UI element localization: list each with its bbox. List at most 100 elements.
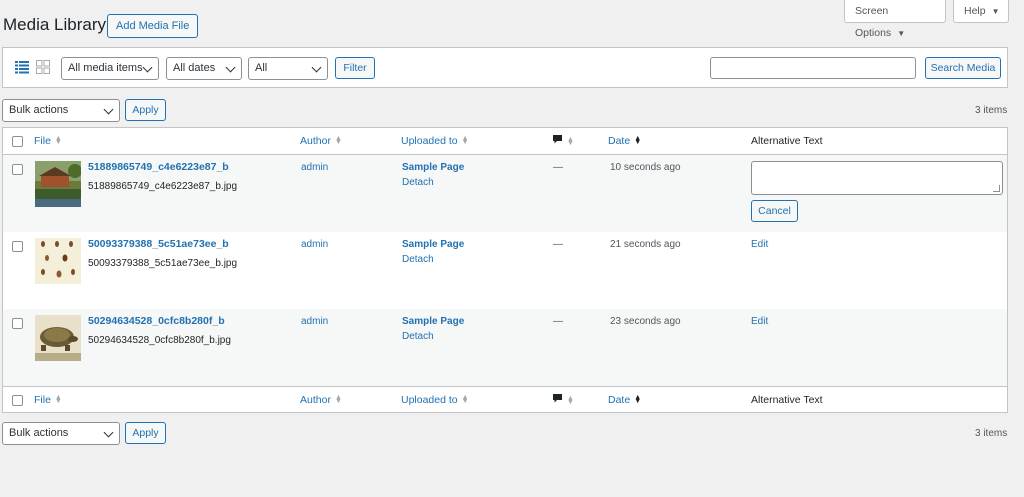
page-title: Media Library [3, 15, 106, 34]
chevron-down-icon [225, 62, 236, 73]
chevron-down-icon [103, 104, 114, 115]
thumbnail-image[interactable] [35, 315, 81, 361]
column-alt-text: Alternative Text [751, 135, 823, 147]
sort-icon: ▲ ▼ [334, 135, 342, 147]
column-uploaded-to[interactable]: Uploaded to ▲ ▼ [401, 394, 469, 406]
upload-date: 23 seconds ago [610, 316, 681, 327]
media-title-link[interactable]: 50093379388_5c51ae73ee_b [88, 238, 229, 250]
screen-options-button[interactable]: Screen Options ▼ [844, 0, 946, 39]
chevron-down-icon [142, 62, 153, 73]
select-all-checkbox-bottom[interactable] [12, 395, 23, 406]
thumbnail-image[interactable] [35, 238, 81, 284]
edit-alt-text-link[interactable]: Edit [751, 316, 768, 327]
column-author[interactable]: Author ▲ ▼ [300, 135, 342, 147]
add-media-file-button[interactable]: Add Media File [107, 14, 199, 38]
column-file[interactable]: File ▲ ▼ [34, 135, 62, 147]
help-label: Help [964, 5, 986, 17]
sort-icon: ▲ ▼ [461, 135, 469, 147]
media-title-link[interactable]: 50294634528_0cfc8b280f_b [88, 315, 225, 327]
select-all-checkbox[interactable] [12, 136, 23, 147]
resize-handle-icon[interactable] [993, 185, 1000, 192]
row-checkbox[interactable] [12, 318, 23, 329]
items-count-bottom: 3 items [975, 428, 1008, 439]
column-uploaded-to-label: Uploaded to [401, 394, 458, 406]
comment-count: — [553, 239, 563, 250]
apply-button-bottom[interactable]: Apply [125, 422, 166, 444]
column-date-label: Date [608, 394, 631, 406]
upload-date: 10 seconds ago [610, 162, 681, 173]
column-comments[interactable]: ▲ ▼ [552, 134, 574, 148]
sort-icon: ▲ ▼ [461, 394, 469, 406]
sort-icon: ▲ ▼ [54, 394, 62, 406]
bulk-actions-select-bottom[interactable]: Bulk actions [2, 422, 120, 445]
chevron-down-icon [311, 62, 322, 73]
column-alt-text: Alternative Text [751, 394, 823, 406]
sort-desc-icon: ▲ ▼ [634, 394, 642, 406]
date-select[interactable]: All dates [166, 57, 242, 80]
column-date[interactable]: Date ▲ ▼ [608, 135, 641, 147]
media-type-value: All media items [68, 62, 143, 74]
column-author[interactable]: Author ▲ ▼ [300, 394, 342, 406]
column-file[interactable]: File ▲ ▼ [34, 394, 62, 406]
uploaded-to-link[interactable]: Sample Page [402, 316, 464, 327]
author-link[interactable]: admin [301, 239, 328, 250]
sort-icon: ▲ ▼ [334, 394, 342, 406]
filter-bar: All media items All dates All Filter Sea… [2, 47, 1008, 88]
column-author-label: Author [300, 135, 331, 147]
help-button[interactable]: Help ▼ [953, 0, 1009, 23]
media-filename: 50093379388_5c51ae73ee_b.jpg [88, 258, 238, 269]
table-row: 51889865749_c4e6223e87_b 51889865749_c4e… [3, 155, 1007, 232]
table-header: File ▲ ▼ Author ▲ ▼ Uploaded to ▲ ▼ ▲ ▼ Date ▲ ▼ … [3, 128, 1007, 155]
category-value: All [255, 62, 268, 74]
list-view-icon[interactable] [15, 60, 29, 74]
column-date[interactable]: Date ▲ ▼ [608, 394, 641, 406]
grid-view-icon[interactable] [36, 60, 50, 74]
bulk-actions-select-top[interactable]: Bulk actions [2, 99, 120, 122]
media-table: File ▲ ▼ Author ▲ ▼ Uploaded to ▲ ▼ ▲ ▼ Date ▲ ▼ … [2, 127, 1008, 413]
media-filename: 51889865749_c4e6223e87_b.jpg [88, 181, 238, 192]
row-checkbox[interactable] [12, 164, 23, 175]
column-uploaded-to-label: Uploaded to [401, 135, 458, 147]
row-checkbox[interactable] [12, 241, 23, 252]
column-file-label: File [34, 394, 51, 406]
screen-options-label: Screen Options [855, 5, 892, 39]
detach-link[interactable]: Detach [402, 177, 434, 188]
author-link[interactable]: admin [301, 316, 328, 327]
uploaded-to-link[interactable]: Sample Page [402, 162, 464, 173]
column-comments[interactable]: ▲ ▼ [552, 393, 574, 407]
apply-button-top[interactable]: Apply [125, 99, 166, 121]
comment-icon [553, 135, 562, 144]
table-row: 50093379388_5c51ae73ee_b 50093379388_5c5… [3, 232, 1007, 309]
thumbnail-image[interactable] [35, 161, 81, 207]
bulk-actions-value: Bulk actions [9, 427, 69, 439]
author-link[interactable]: admin [301, 162, 328, 173]
sort-desc-icon: ▲ ▼ [634, 135, 642, 147]
detach-link[interactable]: Detach [402, 254, 434, 265]
table-row: 50294634528_0cfc8b280f_b 50294634528_0cf… [3, 309, 1007, 386]
bulk-actions-value: Bulk actions [9, 104, 69, 116]
category-select[interactable]: All [248, 57, 328, 80]
upload-date: 21 seconds ago [610, 239, 681, 250]
edit-alt-text-link[interactable]: Edit [751, 239, 768, 250]
search-media-button[interactable]: Search Media [925, 57, 1001, 79]
sort-icon: ▲ ▼ [567, 395, 574, 407]
media-type-select[interactable]: All media items [61, 57, 159, 80]
sort-icon: ▲ ▼ [567, 136, 574, 148]
filter-button[interactable]: Filter [335, 57, 375, 79]
column-date-label: Date [608, 135, 631, 147]
column-uploaded-to[interactable]: Uploaded to ▲ ▼ [401, 135, 469, 147]
items-count-top: 3 items [975, 105, 1008, 116]
uploaded-to-link[interactable]: Sample Page [402, 239, 464, 250]
table-footer: File ▲ ▼ Author ▲ ▼ Uploaded to ▲ ▼ ▲ ▼ Date ▲ ▼ … [3, 386, 1007, 413]
cancel-button[interactable]: Cancel [751, 200, 798, 222]
search-input[interactable] [710, 57, 916, 79]
sort-icon: ▲ ▼ [54, 135, 62, 147]
alt-text-textarea[interactable] [751, 161, 1003, 195]
media-title-link[interactable]: 51889865749_c4e6223e87_b [88, 161, 229, 173]
comment-count: — [553, 162, 563, 173]
date-value: All dates [173, 62, 216, 74]
detach-link[interactable]: Detach [402, 331, 434, 342]
media-filename: 50294634528_0cfc8b280f_b.jpg [88, 335, 231, 346]
caret-down-icon: ▼ [897, 29, 906, 38]
chevron-down-icon [103, 427, 114, 438]
